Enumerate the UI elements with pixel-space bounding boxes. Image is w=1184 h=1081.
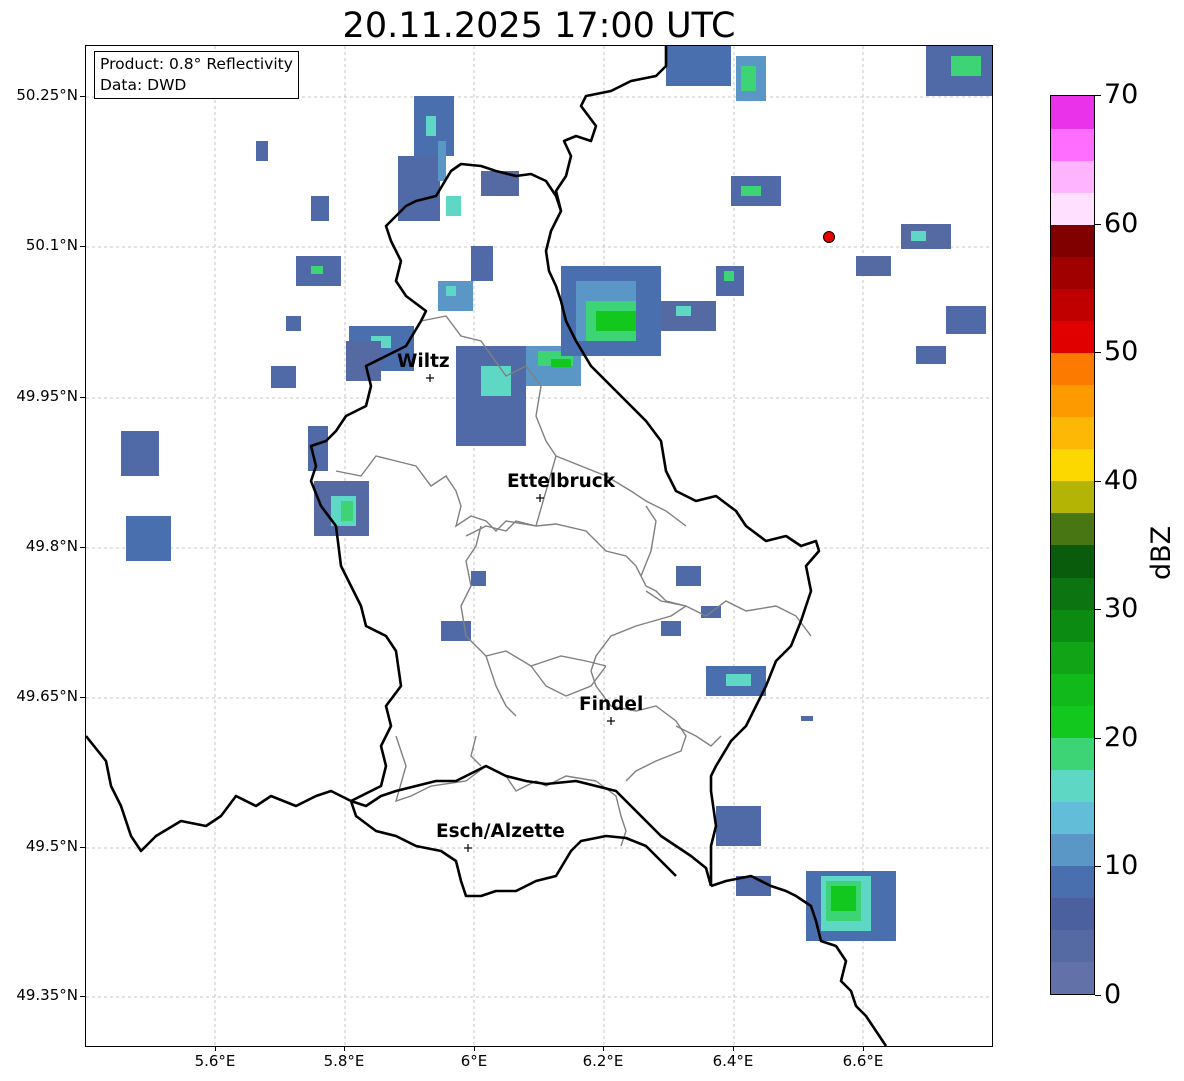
data-source-label: Data: DWD: [100, 76, 187, 94]
colorbar-segment: [1051, 705, 1094, 738]
colorbar-segment: [1051, 737, 1094, 770]
colorbar-label: 30: [1104, 593, 1139, 624]
colorbar-segment: [1051, 416, 1094, 450]
colorbar-tick: [1095, 481, 1101, 482]
colorbar-segment: [1051, 480, 1094, 514]
city-label-esch: Esch/Alzette: [436, 821, 565, 842]
lon-tick-label: 5.6°E: [194, 1052, 236, 1070]
radar-map[interactable]: Product: 0.8° Reflectivity Data: DWD Wil…: [85, 45, 993, 1047]
city-label-findel: Findel: [579, 694, 644, 715]
colorbar-segment: [1051, 801, 1094, 835]
colorbar-label: 0: [1104, 979, 1122, 1010]
lon-tick: [474, 1046, 475, 1051]
colorbar-label: 50: [1104, 336, 1139, 367]
lon-tick: [603, 1046, 604, 1051]
lon-tick-label: 6.6°E: [842, 1052, 884, 1070]
lat-tick-label: 49.65°N: [16, 687, 78, 705]
lat-tick-label: 50.25°N: [16, 86, 78, 104]
colorbar-unit-label: dBZ: [1146, 525, 1177, 580]
dbz-colorbar: [1050, 95, 1095, 995]
city-marker-findel: [607, 717, 615, 725]
lat-tick: [80, 397, 85, 398]
lon-tick-label: 6°E: [460, 1052, 488, 1070]
colorbar-segment: [1051, 673, 1094, 706]
colorbar-segment: [1051, 448, 1094, 482]
colorbar-label: 60: [1104, 208, 1139, 239]
radar-map-canvas: [86, 46, 992, 1046]
echo-cluster-west: [121, 141, 381, 561]
radar-echoes: [121, 46, 992, 941]
lat-tick-label: 49.95°N: [16, 387, 78, 405]
colorbar-label: 20: [1104, 722, 1139, 753]
city-label-wiltz: Wiltz: [397, 351, 450, 372]
lon-tick: [733, 1046, 734, 1051]
colorbar-segment: [1051, 897, 1094, 931]
lat-tick: [80, 996, 85, 997]
city-marker-wiltz: [426, 374, 434, 382]
colorbar-segment: [1051, 512, 1094, 546]
lat-tick: [80, 246, 85, 247]
colorbar-segment: [1051, 865, 1094, 899]
lat-tick-label: 49.35°N: [16, 986, 78, 1004]
colorbar-segment: [1051, 128, 1094, 161]
colorbar-label: 70: [1104, 79, 1139, 110]
lon-tick: [344, 1046, 345, 1051]
city-label-ettelbruck: Ettelbruck: [507, 471, 616, 492]
colorbar-tick: [1095, 95, 1101, 96]
lat-tick: [80, 547, 85, 548]
map-title: 20.11.2025 17:00 UTC: [342, 6, 736, 46]
colorbar-tick: [1095, 995, 1101, 996]
echo-cluster-north: [296, 46, 992, 446]
colorbar-label: 10: [1104, 850, 1139, 881]
colorbar-segment: [1051, 577, 1094, 610]
radar-site-marker: [823, 231, 835, 243]
colorbar-segment: [1051, 929, 1094, 963]
colorbar-tick: [1095, 352, 1101, 353]
colorbar-segment: [1051, 384, 1094, 418]
colorbar-segment: [1051, 961, 1094, 995]
colorbar-segment: [1051, 256, 1094, 289]
lon-tick-label: 6.2°E: [582, 1052, 624, 1070]
lat-tick: [80, 96, 85, 97]
lat-tick-label: 49.5°N: [25, 837, 78, 855]
canton-boundaries: [335, 315, 812, 847]
colorbar-segment: [1051, 160, 1094, 193]
lat-tick: [80, 847, 85, 848]
product-label: Product: 0.8° Reflectivity: [100, 55, 293, 73]
lon-tick: [215, 1046, 216, 1051]
colorbar-tick: [1095, 866, 1101, 867]
colorbar-label: 40: [1104, 465, 1139, 496]
lat-tick-label: 49.8°N: [25, 537, 78, 555]
colorbar-tick: [1095, 738, 1101, 739]
colorbar-segment: [1051, 192, 1094, 225]
colorbar-segment: [1051, 769, 1094, 803]
colorbar-segment: [1051, 545, 1094, 578]
lat-tick: [80, 697, 85, 698]
colorbar-segment: [1051, 609, 1094, 642]
colorbar-segment: [1051, 833, 1094, 867]
colorbar-segment: [1051, 320, 1094, 354]
colorbar-segment: [1051, 288, 1094, 321]
city-marker-esch: [464, 844, 472, 852]
colorbar-tick: [1095, 224, 1101, 225]
colorbar-segment: [1051, 96, 1094, 129]
colorbar-tick: [1095, 609, 1101, 610]
lon-tick-label: 6.4°E: [712, 1052, 754, 1070]
colorbar-segment: [1051, 641, 1094, 674]
lon-tick: [863, 1046, 864, 1051]
colorbar-segment: [1051, 224, 1094, 257]
info-box: Product: 0.8° Reflectivity Data: DWD: [94, 51, 299, 99]
lon-tick-label: 5.8°E: [323, 1052, 365, 1070]
echo-cluster-south: [441, 566, 896, 941]
lat-tick-label: 50.1°N: [25, 236, 78, 254]
colorbar-segment: [1051, 352, 1094, 386]
